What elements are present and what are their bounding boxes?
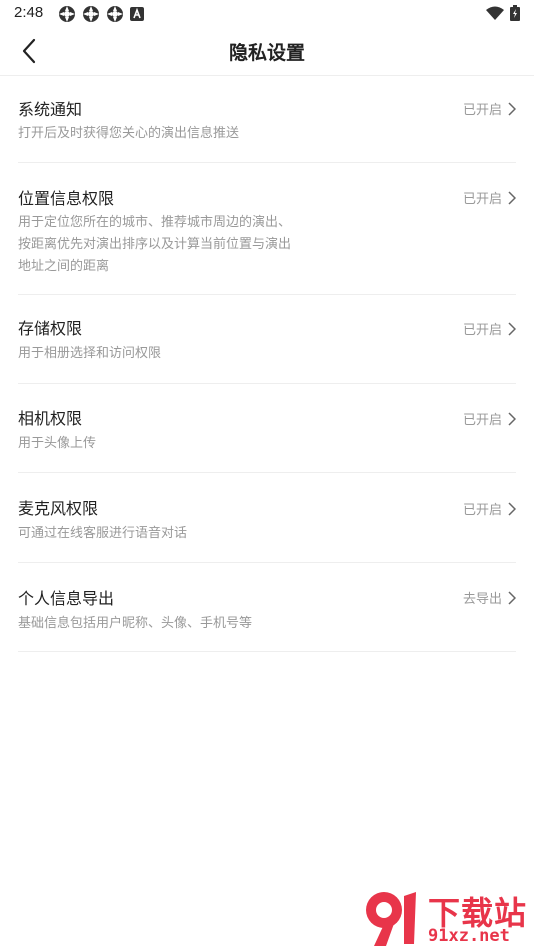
chevron-right-icon (508, 501, 516, 516)
item-status[interactable]: 已开启 (463, 409, 516, 428)
setting-item-location-permission[interactable]: 位置信息权限 用于定位您所在的城市、推荐城市周边的演出、按距离优先对演出排序以及… (18, 163, 516, 295)
item-status[interactable]: 已开启 (463, 188, 516, 207)
status-label: 已开启 (462, 413, 502, 428)
page-title: 隐私设置 (228, 42, 305, 64)
status-label: 已开启 (462, 503, 502, 518)
setting-item-system-notification[interactable]: 系统通知 打开后及时获得您关心的演出信息推送 已开启 (18, 75, 516, 163)
setting-item-camera-permission[interactable]: 相机权限 用于头像上传 已开启 (18, 384, 516, 473)
status-time: 2:48 (14, 4, 44, 21)
battery-charging-icon (510, 5, 520, 21)
wifi-icon (486, 6, 504, 20)
app-notification-icon (107, 6, 123, 22)
item-title: 位置信息权限 (18, 189, 115, 208)
watermark-logo: 下载站 91xz.net (360, 888, 530, 948)
item-title: 个人信息导出 (18, 589, 115, 608)
chevron-right-icon (508, 411, 516, 426)
setting-item-personal-info-export[interactable]: 个人信息导出 基础信息包括用户昵称、头像、手机号等 去导出 (18, 563, 516, 652)
chevron-right-icon (508, 101, 516, 116)
setting-item-storage-permission[interactable]: 存储权限 用于相册选择和访问权限 已开启 (18, 295, 516, 384)
status-label: 已开启 (462, 103, 502, 118)
a-badge-icon (130, 7, 144, 21)
item-desc: 用于定位您所在的城市、推荐城市周边的演出、按距离优先对演出排序以及计算当前位置与… (18, 215, 292, 274)
status-icons-right (486, 5, 520, 21)
watermark-9-icon (366, 892, 416, 946)
status-bar: 2:48 (0, 0, 534, 28)
app-notification-icon (59, 6, 75, 22)
item-status[interactable]: 已开启 (463, 99, 516, 118)
status-label: 已开启 (462, 192, 502, 207)
chevron-right-icon (508, 590, 516, 605)
chevron-right-icon (508, 190, 516, 205)
status-label: 去导出 (462, 592, 502, 607)
item-desc: 用于相册选择和访问权限 (18, 346, 162, 361)
item-title: 系统通知 (18, 100, 83, 119)
item-desc: 用于头像上传 (18, 436, 97, 451)
setting-item-microphone-permission[interactable]: 麦克风权限 可通过在线客服进行语音对话 已开启 (18, 473, 516, 563)
item-title: 麦克风权限 (18, 499, 99, 518)
status-label: 已开启 (462, 323, 502, 338)
watermark-brand-bottom: 91xz.net (428, 926, 510, 946)
settings-list: 系统通知 打开后及时获得您关心的演出信息推送 已开启 位置信息权限 用于定位您所… (18, 75, 516, 652)
item-title: 存储权限 (18, 319, 83, 338)
status-icons-left (58, 5, 144, 23)
item-status[interactable]: 去导出 (463, 588, 516, 607)
header: 隐私设置 (0, 28, 534, 76)
item-status[interactable]: 已开启 (463, 319, 516, 338)
app-notification-icon (83, 6, 99, 22)
item-title: 相机权限 (18, 409, 83, 428)
item-desc: 可通过在线客服进行语音对话 (18, 526, 188, 541)
chevron-right-icon (508, 321, 516, 336)
item-desc: 打开后及时获得您关心的演出信息推送 (18, 126, 240, 141)
item-desc: 基础信息包括用户昵称、头像、手机号等 (18, 616, 253, 631)
item-status[interactable]: 已开启 (463, 499, 516, 518)
